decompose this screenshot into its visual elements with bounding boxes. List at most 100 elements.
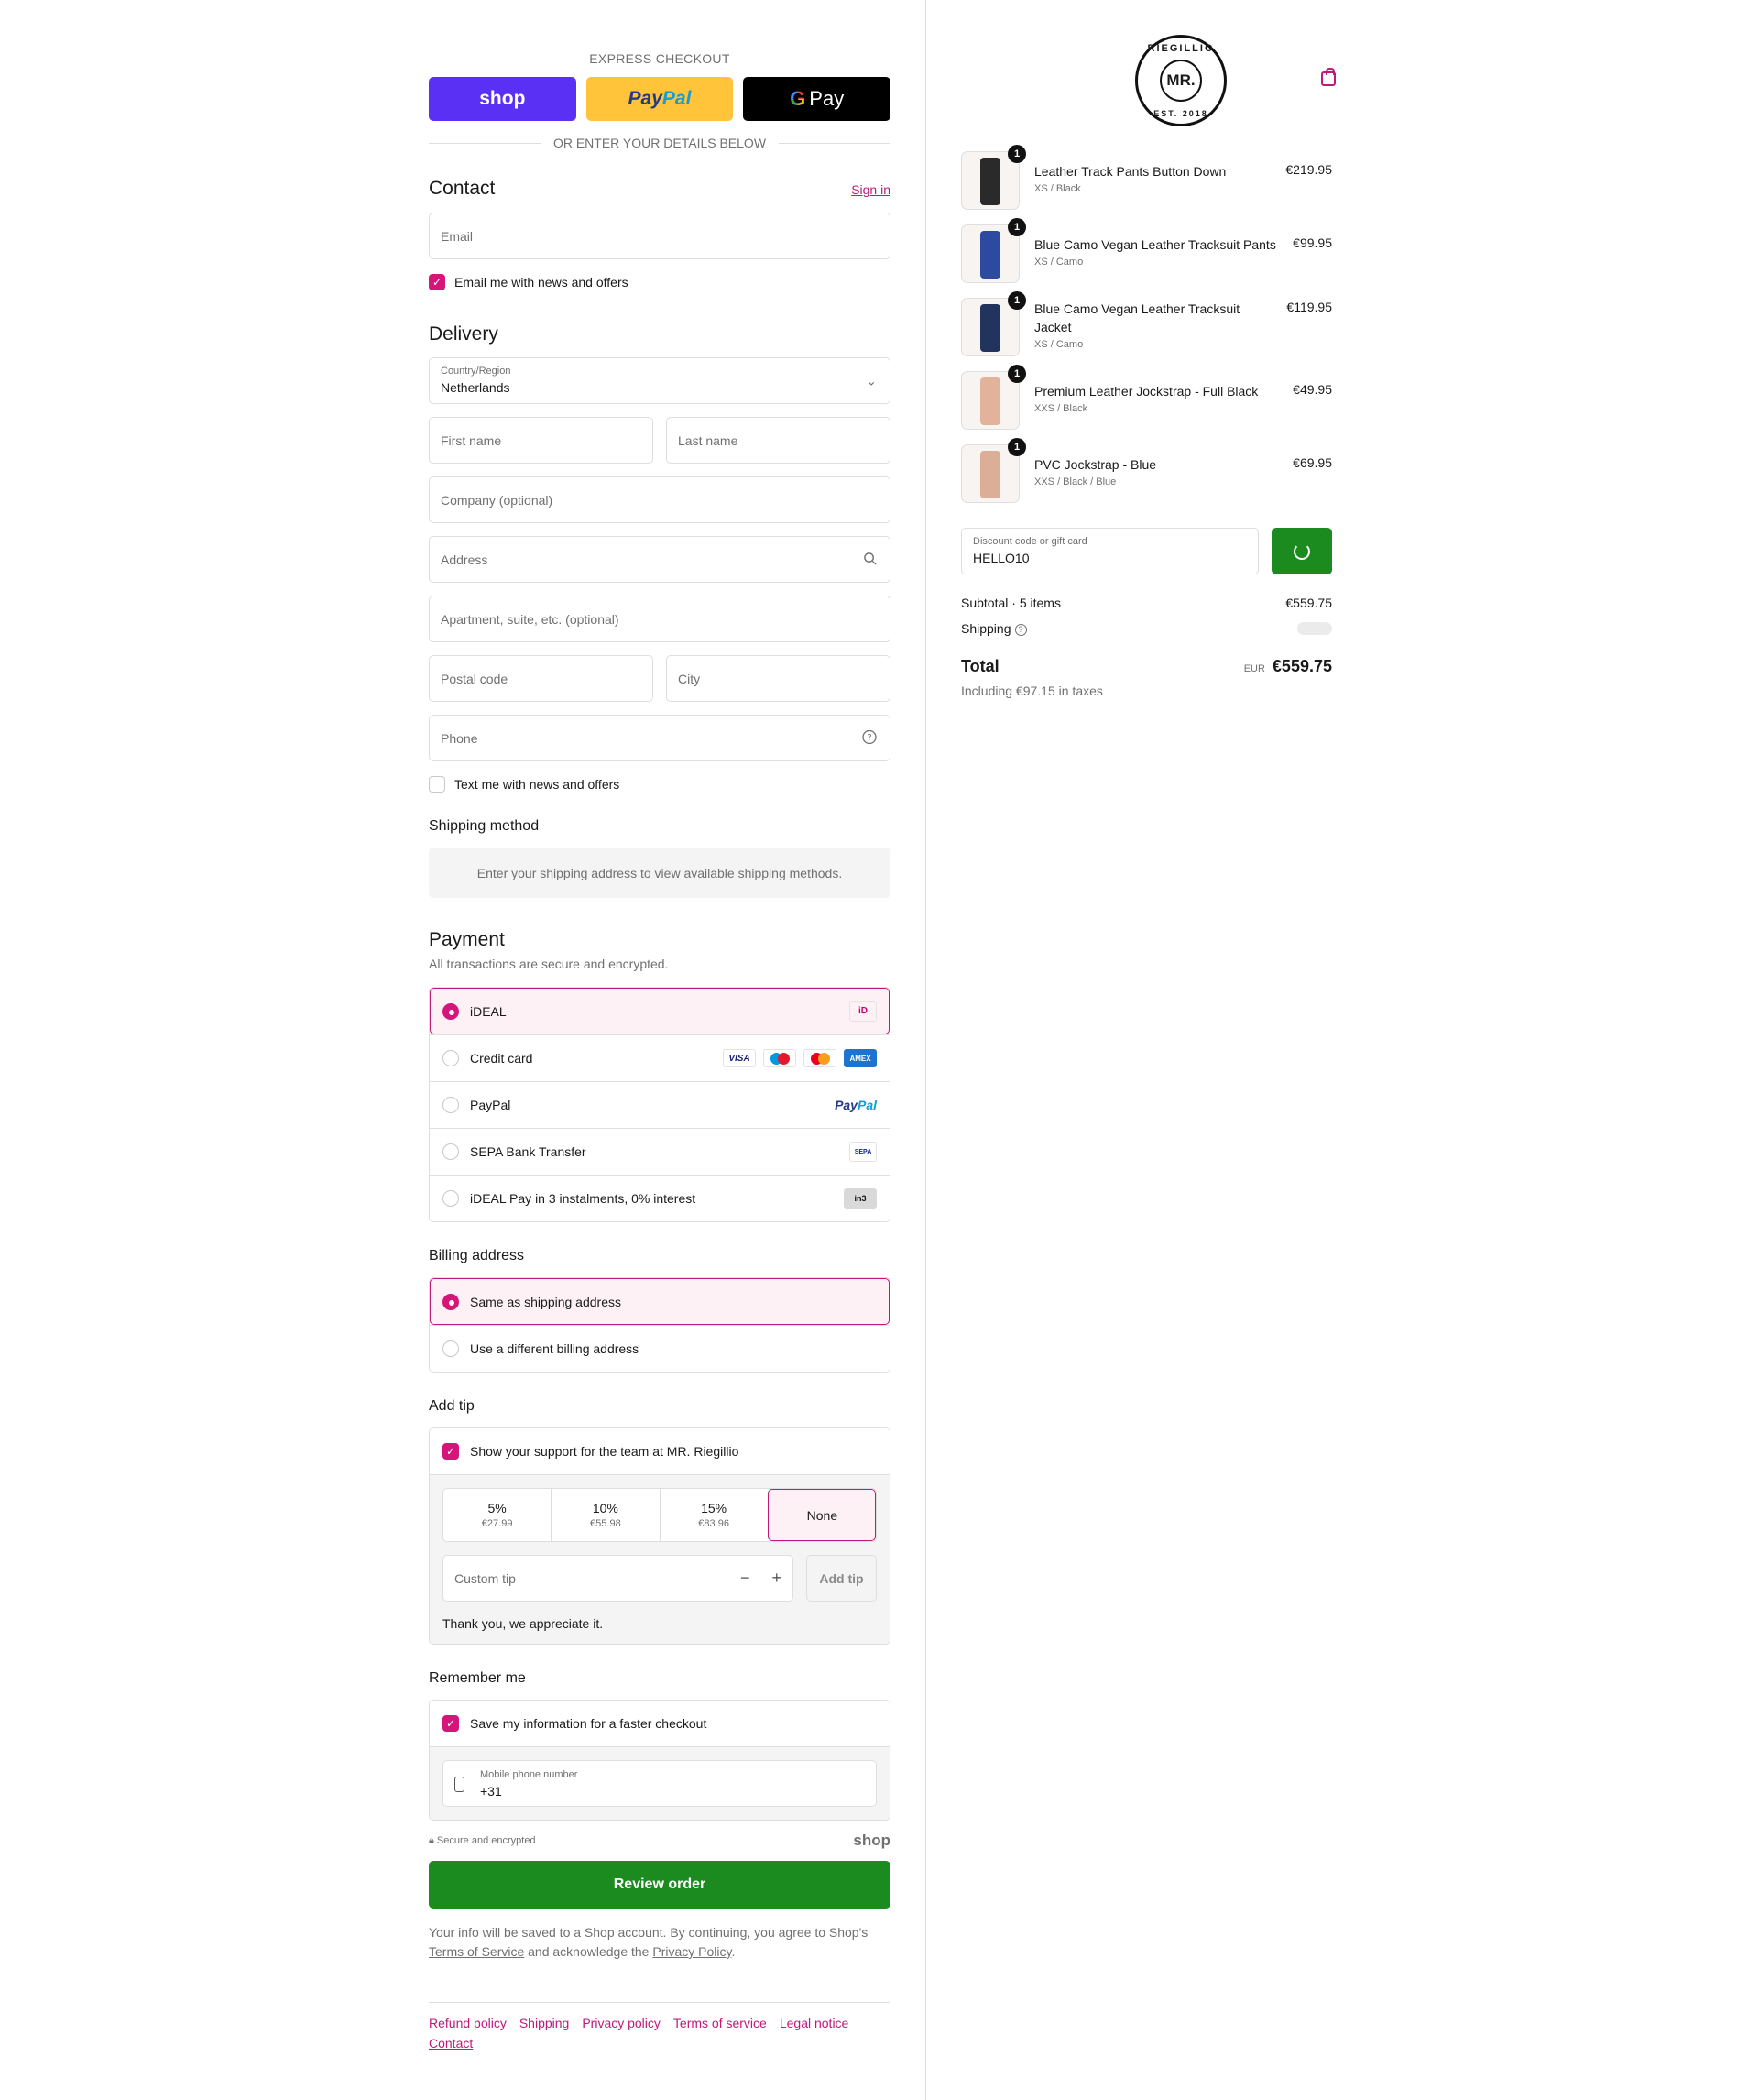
payment-radio-paypal[interactable] (442, 1097, 459, 1113)
footer-terms-link[interactable]: Terms of service (673, 2016, 767, 2030)
item-name: Leather Track Pants Button Down (1034, 164, 1227, 179)
payment-label-credit-card: Credit card (470, 1051, 533, 1066)
review-order-button[interactable]: Review order (429, 1861, 890, 1909)
email-offers-row[interactable]: ✓ Email me with news and offers (429, 274, 890, 290)
billing-radio-same[interactable] (442, 1293, 459, 1310)
divider-line (779, 142, 890, 144)
payment-option-credit-card[interactable]: Credit card VISA AMEX (430, 1034, 890, 1081)
address-field[interactable]: Address (429, 536, 890, 583)
discount-row: Discount code or gift card HELLO10 (961, 528, 1332, 574)
item-name: Premium Leather Jockstrap - Full Black (1034, 384, 1259, 399)
total-label: Total (961, 657, 1000, 675)
email-offers-checkbox[interactable]: ✓ (429, 274, 445, 290)
billing-option-same[interactable]: Same as shipping address (430, 1278, 890, 1325)
paypal-logo-b: Pal (661, 88, 692, 109)
discount-code-field[interactable]: Discount code or gift card HELLO10 (961, 528, 1259, 574)
payment-option-ideal[interactable]: iDEAL iD (430, 988, 890, 1034)
mobile-phone-field[interactable]: Mobile phone number +31 (442, 1760, 877, 1807)
tip-option-10[interactable]: 10% €55.98 (551, 1489, 659, 1541)
save-info-checkbox[interactable]: ✓ (442, 1715, 459, 1732)
help-icon[interactable]: ? (862, 729, 877, 747)
cart-item: 1 Blue Camo Vegan Leather Tracksuit Pant… (961, 218, 1332, 283)
billing-radio-different[interactable] (442, 1340, 459, 1357)
item-price: €219.95 (1285, 162, 1332, 177)
lock-icon: 🔒︎ (429, 1834, 434, 1846)
plus-icon[interactable]: + (771, 1569, 781, 1588)
secure-row: 🔒︎ Secure and encrypted shop (429, 1832, 890, 1850)
first-name-field[interactable]: First name (429, 417, 653, 464)
tip-option-15[interactable]: 15% €83.96 (659, 1489, 768, 1541)
save-info-row[interactable]: ✓ Save my information for a faster check… (430, 1701, 890, 1747)
add-tip-button[interactable]: Add tip (806, 1555, 877, 1602)
cart-item: 1 Premium Leather Jockstrap - Full Black… (961, 365, 1332, 430)
shop-pay-button[interactable]: shop (429, 77, 576, 121)
apply-discount-button[interactable] (1272, 528, 1332, 574)
delivery-title: Delivery (429, 323, 498, 345)
shop-tos-link[interactable]: Terms of Service (429, 1944, 524, 1959)
sign-in-link[interactable]: Sign in (851, 182, 890, 197)
item-price: €119.95 (1286, 300, 1332, 314)
email-field[interactable]: Email (429, 213, 890, 259)
remember-body: Mobile phone number +31 (430, 1747, 890, 1820)
text-offers-checkbox[interactable] (429, 776, 445, 793)
search-icon (863, 552, 877, 568)
mobile-phone-label: Mobile phone number (480, 1769, 578, 1780)
tip-support-checkbox[interactable]: ✓ (442, 1443, 459, 1460)
payment-radio-ideal[interactable] (442, 1002, 459, 1020)
product-thumbnail: 1 (961, 291, 1026, 356)
payment-radio-sepa[interactable] (442, 1143, 459, 1160)
brand-logo[interactable]: RIEGILLIO MR. EST. 2018 (1135, 35, 1227, 126)
footer-privacy-link[interactable]: Privacy policy (582, 2016, 661, 2030)
tip-option-5[interactable]: 5% €27.99 (443, 1489, 551, 1541)
payment-radio-ideal-in3[interactable] (442, 1190, 459, 1207)
footer-contact-link[interactable]: Contact (429, 2036, 473, 2051)
total-value: €559.75 (1272, 657, 1332, 675)
footer-refund-link[interactable]: Refund policy (429, 2016, 507, 2030)
custom-tip-input[interactable]: Custom tip − + (442, 1555, 793, 1602)
tip-support-row[interactable]: ✓ Show your support for the team at MR. … (430, 1428, 890, 1475)
apartment-placeholder: Apartment, suite, etc. (optional) (441, 611, 619, 627)
text-offers-row[interactable]: Text me with news and offers (429, 776, 890, 793)
help-icon[interactable]: ? (1014, 623, 1027, 636)
country-select[interactable]: Country/Region Netherlands ⌄ (429, 357, 890, 404)
footer-legal-link[interactable]: Legal notice (780, 2016, 849, 2030)
checkout-form-pane: EXPRESS CHECKOUT shop Pay Pal G Pay OR ENT… (0, 0, 925, 2100)
footer-divider (429, 2002, 890, 2003)
cart-item: 1 PVC Jockstrap - Blue XXS / Black / Blu… (961, 438, 1332, 503)
express-checkout-title: EXPRESS CHECKOUT (589, 51, 730, 66)
paypal-button[interactable]: Pay Pal (585, 77, 734, 121)
minus-icon[interactable]: − (740, 1569, 750, 1588)
city-field[interactable]: City (666, 655, 890, 702)
subtotal-row: Subtotal · 5 items €559.75 (961, 596, 1332, 610)
tip-pct: None (806, 1507, 838, 1523)
postal-code-field[interactable]: Postal code (429, 655, 653, 702)
company-field[interactable]: Company (optional) (429, 476, 890, 523)
footer-shipping-link[interactable]: Shipping (519, 2016, 570, 2030)
shopping-bag-icon[interactable] (1321, 68, 1336, 86)
city-placeholder: City (678, 671, 701, 686)
mobile-phone-value: +31 (480, 1784, 502, 1799)
product-image (980, 451, 1000, 498)
paypal-icon: PayPal (835, 1098, 877, 1112)
payment-option-sepa[interactable]: SEPA Bank Transfer SEPA (430, 1128, 890, 1175)
payment-option-ideal-in3[interactable]: iDEAL Pay in 3 instalments, 0% interest … (430, 1175, 890, 1221)
billing-label-different: Use a different billing address (470, 1341, 639, 1356)
billing-option-different[interactable]: Use a different billing address (430, 1325, 890, 1372)
apartment-field[interactable]: Apartment, suite, etc. (optional) (429, 596, 890, 642)
tip-option-none[interactable]: None (767, 1489, 876, 1541)
legal-end: . (731, 1944, 736, 1959)
payment-options: iDEAL iD Credit card VISA AMEX PayPal Pa… (429, 987, 890, 1222)
phone-field[interactable]: Phone ? (429, 715, 890, 761)
last-name-field[interactable]: Last name (666, 417, 890, 464)
or-text: OR ENTER YOUR DETAILS BELOW (552, 136, 767, 150)
payment-radio-credit-card[interactable] (442, 1050, 459, 1066)
logo-top-text: RIEGILLIO (1147, 43, 1215, 54)
divider-line (429, 142, 541, 144)
amex-icon: AMEX (844, 1049, 877, 1067)
legal-mid: and acknowledge the (528, 1944, 650, 1959)
save-info-label: Save my information for a faster checkou… (470, 1716, 707, 1731)
shop-privacy-link[interactable]: Privacy Policy (652, 1944, 731, 1959)
google-pay-button[interactable]: G Pay (743, 77, 891, 121)
product-thumbnail: 1 (961, 145, 1026, 210)
payment-option-paypal[interactable]: PayPal PayPal (430, 1081, 890, 1128)
